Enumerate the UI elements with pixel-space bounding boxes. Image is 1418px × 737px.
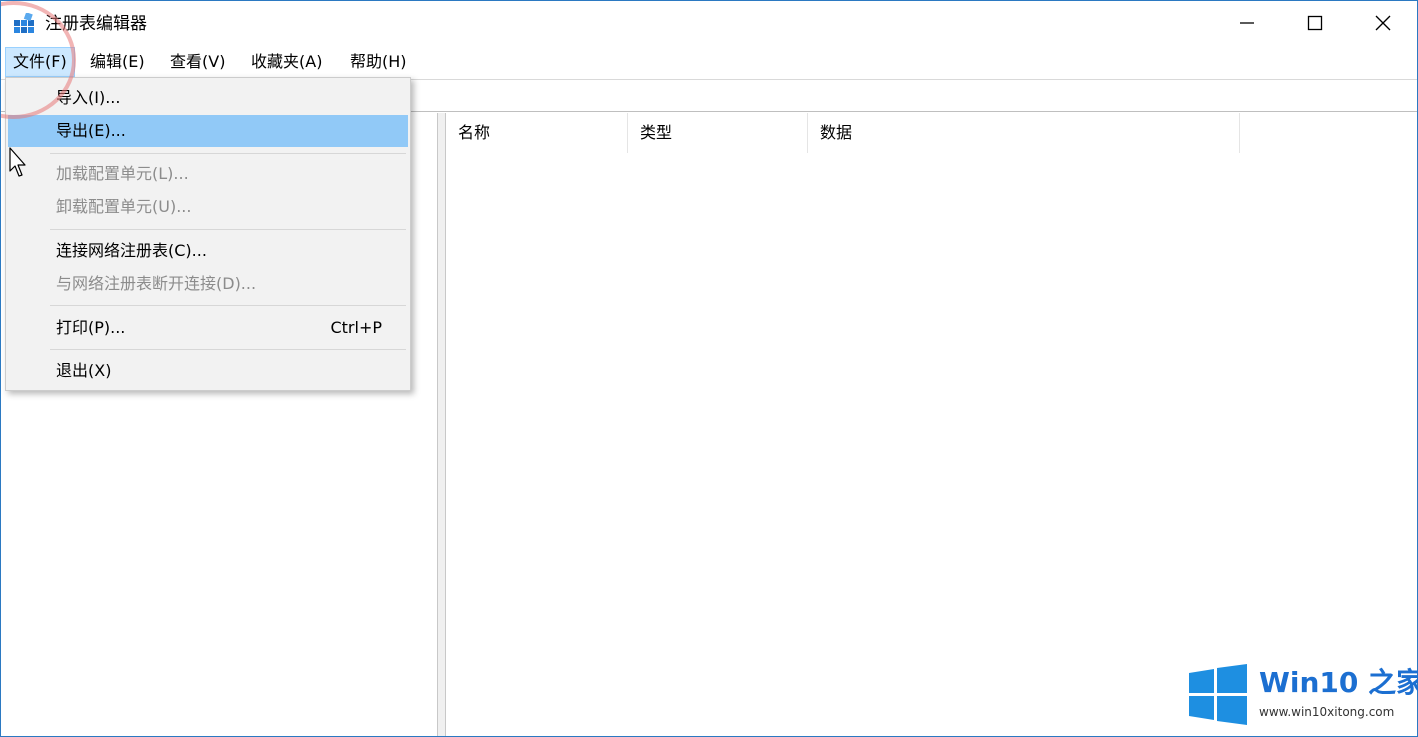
file-menu-dropdown: 导入(I)... 导出(E)... 加载配置单元(L)... 卸载配置单元(U)… [5, 77, 411, 391]
menu-item-label: 退出(X) [56, 361, 112, 380]
menu-item-label: 连接网络注册表(C)... [56, 241, 207, 260]
maximize-button[interactable] [1281, 1, 1349, 45]
menu-item-label: 导出(E)... [56, 121, 126, 140]
menu-item-import[interactable]: 导入(I)... [8, 82, 408, 114]
registry-editor-app-icon [14, 13, 34, 33]
close-button[interactable] [1349, 1, 1417, 45]
menu-item-exit[interactable]: 退出(X) [8, 355, 408, 387]
menu-item-label: 加载配置单元(L)... [56, 164, 189, 183]
title-bar[interactable]: 注册表编辑器 [1, 1, 1417, 45]
menu-view[interactable]: 查看(V) [163, 47, 232, 77]
menu-item-print[interactable]: 打印(P)... Ctrl+P [8, 312, 408, 344]
menu-item-label: 与网络注册表断开连接(D)... [56, 274, 257, 293]
maximize-icon [1307, 15, 1323, 31]
menu-item-connect-network-registry[interactable]: 连接网络注册表(C)... [8, 235, 408, 267]
menu-item-unload-hive: 卸载配置单元(U)... [8, 191, 408, 223]
window-title: 注册表编辑器 [45, 14, 147, 34]
menu-item-export[interactable]: 导出(E)... [8, 115, 408, 147]
column-header-data[interactable]: 数据 [808, 113, 1240, 153]
menu-separator [50, 229, 406, 230]
menu-separator [50, 153, 406, 154]
minimize-icon [1240, 22, 1254, 24]
column-header-type[interactable]: 类型 [628, 113, 808, 153]
watermark: Win10 之家 www.win10xitong.com [1187, 664, 1418, 726]
values-list-pane[interactable]: 名称 类型 数据 [446, 113, 1417, 736]
menu-item-label: 导入(I)... [56, 88, 121, 107]
menu-separator [50, 305, 406, 306]
menu-item-label: 打印(P)... [56, 318, 126, 337]
menu-item-label: 卸载配置单元(U)... [56, 197, 192, 216]
menu-edit[interactable]: 编辑(E) [83, 47, 152, 77]
watermark-title: Win10 之家 [1259, 666, 1418, 699]
menu-separator [50, 349, 406, 350]
menu-bar: 文件(F) 编辑(E) 查看(V) 收藏夹(A) 帮助(H) [1, 47, 1417, 77]
menu-item-shortcut: Ctrl+P [330, 318, 382, 337]
menu-item-disconnect-network-registry: 与网络注册表断开连接(D)... [8, 268, 408, 300]
pane-splitter[interactable] [437, 113, 446, 736]
menu-item-load-hive: 加载配置单元(L)... [8, 158, 408, 190]
column-header-name[interactable]: 名称 [446, 113, 628, 153]
registry-editor-window: 注册表编辑器 文件(F) 编辑(E) 查看(V) 收藏夹(A) 帮助(H) 名称… [0, 0, 1418, 737]
menu-file[interactable]: 文件(F) [5, 47, 75, 77]
watermark-url: www.win10xitong.com [1259, 705, 1395, 719]
mouse-cursor-icon [9, 147, 26, 177]
menu-help[interactable]: 帮助(H) [343, 47, 414, 77]
menu-favorites[interactable]: 收藏夹(A) [244, 47, 329, 77]
minimize-button[interactable] [1213, 1, 1281, 45]
close-icon [1375, 15, 1391, 31]
windows-logo-icon [1189, 664, 1247, 725]
